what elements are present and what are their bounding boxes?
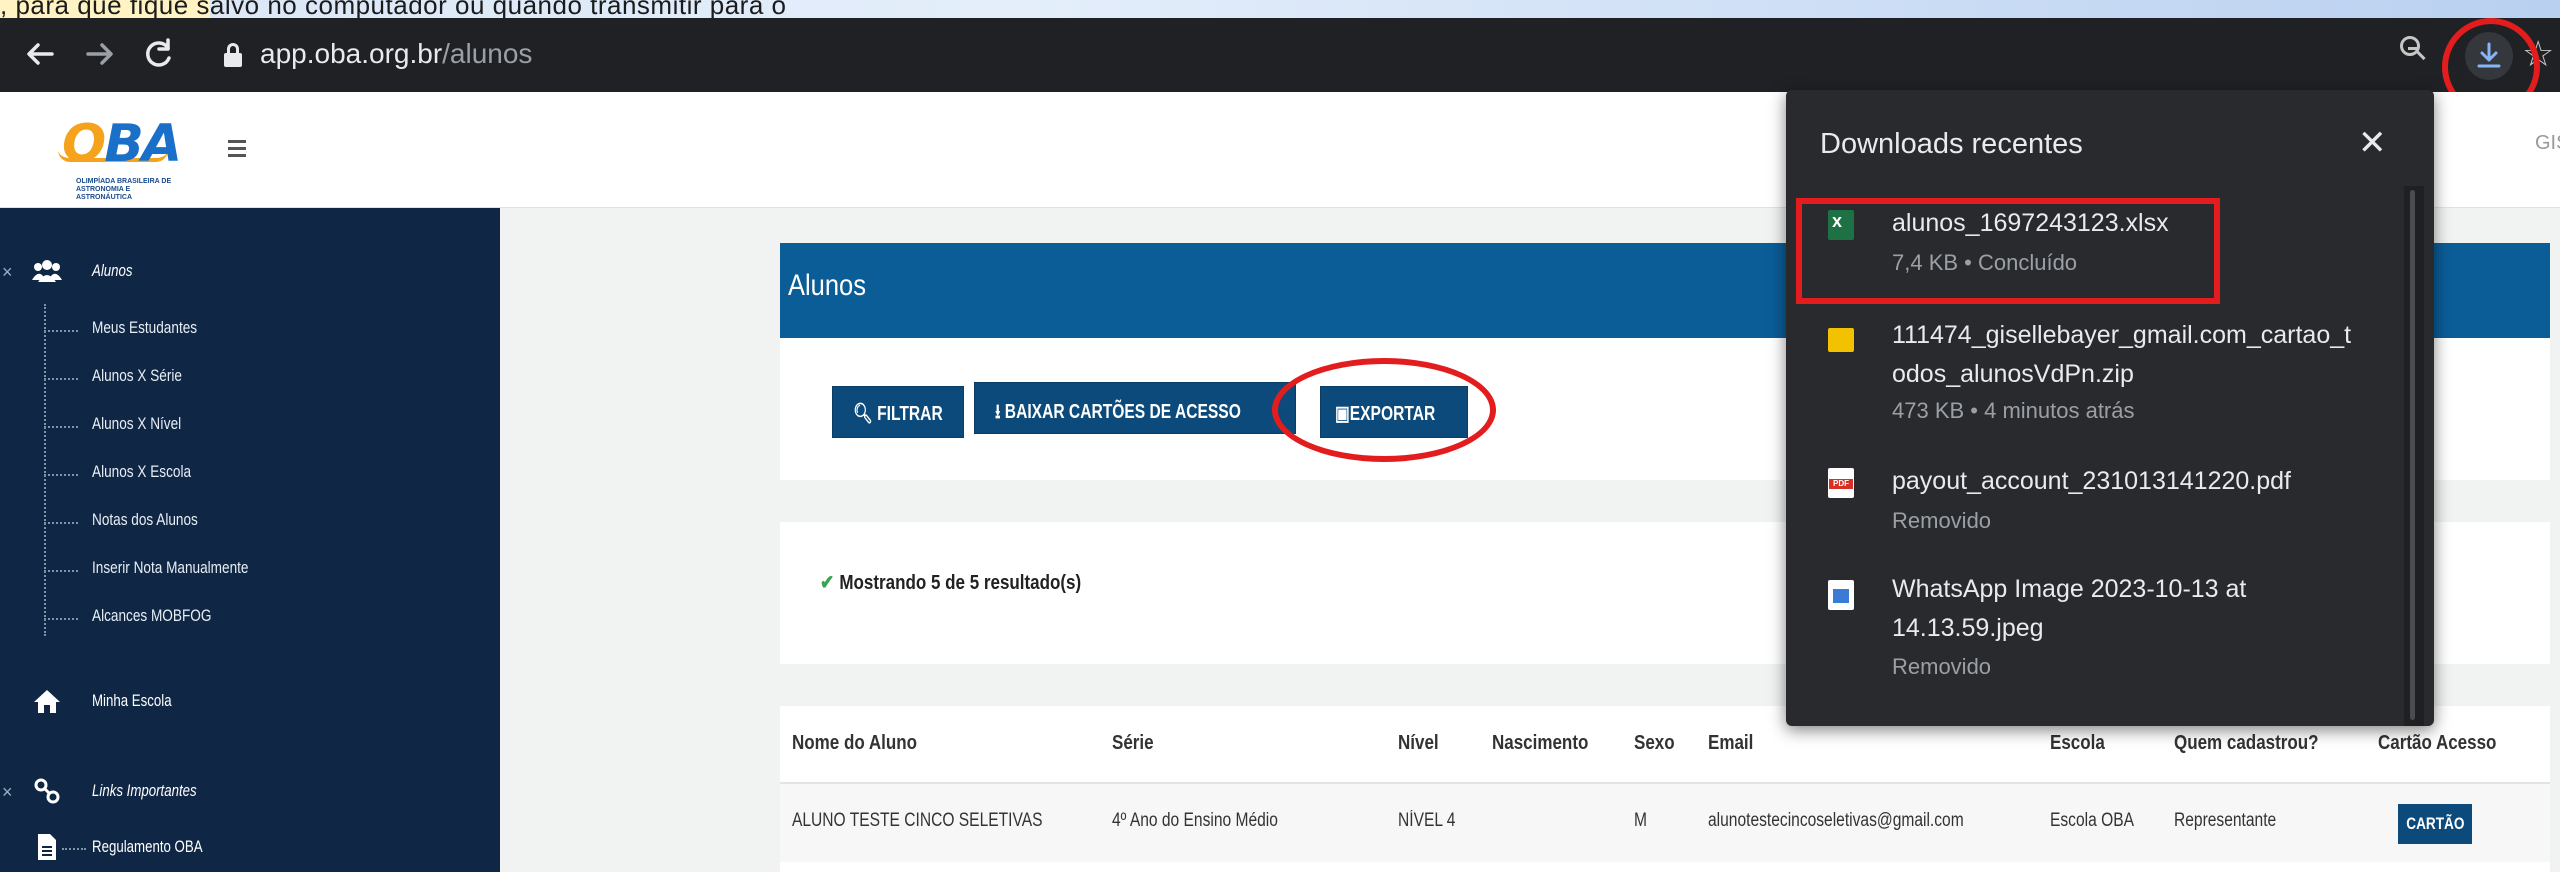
cell-nome: ALUNO TESTE CINCO SELETIVAS: [792, 810, 1043, 831]
column-header-escola[interactable]: Escola: [2050, 732, 2105, 755]
column-header-sexo[interactable]: Sexo: [1634, 732, 1675, 755]
download-status: Removido: [1892, 508, 1992, 533]
download-status: 473 KB • 4 minutos atrás: [1892, 398, 2135, 423]
cell-sexo: M: [1634, 810, 1647, 831]
column-header-cadastrou[interactable]: Quem cadastrou?: [2174, 732, 2319, 755]
sidebar-item-minha-escola[interactable]: Minha Escola: [0, 682, 500, 722]
search-icon: 🔍︎: [853, 403, 873, 425]
students-table: Nome do Aluno Série Nível Nascimento Sex…: [780, 706, 2550, 872]
pdf-file-icon: [1828, 468, 1854, 498]
document-icon: [32, 832, 62, 862]
oba-logo[interactable]: OBA OLIMPÍADA BRASILEIRA DE ASTRONOMIA E…: [52, 106, 192, 201]
column-header-nome[interactable]: Nome do Aluno: [792, 732, 917, 755]
annotation-circle-export: [1272, 358, 1496, 462]
sidebar-item-label: Regulamento OBA: [92, 837, 203, 856]
menu-toggle-icon[interactable]: [228, 140, 250, 158]
close-icon[interactable]: ✕: [2358, 126, 2387, 160]
cell-escola: Escola OBA: [2050, 810, 2134, 831]
user-name[interactable]: GIS: [2535, 132, 2560, 155]
cell-email: alunotestecincoseletivas@gmail.com: [1708, 810, 1964, 831]
download-item[interactable]: payout_account_231013141220.pdf Removido: [1786, 454, 2404, 544]
forward-button[interactable]: [80, 34, 120, 74]
filter-button-label: FILTRAR: [877, 403, 943, 425]
tree-dash: [44, 330, 78, 332]
download-icon: ⭳: [995, 401, 1001, 423]
collapse-icon[interactable]: ×: [2, 262, 13, 283]
home-icon: [32, 686, 62, 716]
column-header-serie[interactable]: Série: [1112, 732, 1154, 755]
zoom-out-icon[interactable]: [2400, 36, 2426, 62]
arrow-left-icon: [27, 43, 54, 65]
users-icon: [32, 256, 62, 286]
sidebar-section-links[interactable]: × Links Importantes: [0, 772, 500, 812]
table-row[interactable]: ALUNO TESTE CINCO SELETIVAS 4º Ano do En…: [780, 784, 2550, 862]
sidebar-section-label: Alunos: [92, 261, 133, 280]
cell-serie: 4º Ano do Ensino Médio: [1112, 810, 1278, 831]
download-cards-label: BAIXAR CARTÕES DE ACESSO: [1004, 401, 1241, 423]
tree-dash: [44, 426, 78, 428]
collapse-icon[interactable]: ×: [2, 782, 13, 803]
sidebar-item-meus-estudantes[interactable]: Meus Estudantes: [92, 318, 197, 348]
top-background-strip: , para que fique salvo no computador ou …: [0, 0, 2560, 20]
link-icon: [32, 776, 62, 806]
sidebar-item-inserir-nota[interactable]: Inserir Nota Manualmente: [92, 558, 248, 588]
sidebar-item-regulamento[interactable]: Regulamento OBA: [0, 828, 500, 868]
sidebar-item-label: Minha Escola: [92, 691, 172, 710]
download-filename: 111474_gisellebayer_gmail.com_cartao_t od…: [1892, 321, 2352, 388]
sidebar-item-alunos-nivel[interactable]: Alunos X Nível: [92, 414, 181, 444]
arrow-right-icon: [86, 43, 113, 65]
tree-dash: [44, 474, 78, 476]
column-header-email[interactable]: Email: [1708, 732, 1753, 755]
download-cards-button[interactable]: ⭳ BAIXAR CARTÕES DE ACESSO: [974, 382, 1296, 434]
image-file-icon: [1828, 580, 1854, 610]
download-filename: WhatsApp Image 2023-10-13 at 14.13.59.jpe…: [1892, 575, 2247, 642]
annotation-box-xlsx: [1796, 198, 2220, 304]
zip-folder-icon: [1828, 328, 1854, 352]
downloads-title: Downloads recentes: [1820, 128, 2083, 160]
cell-nivel: NÍVEL 4: [1398, 810, 1456, 831]
sidebar-item-alunos-serie[interactable]: Alunos X Série: [92, 366, 182, 396]
sidebar-item-notas[interactable]: Notas dos Alunos: [92, 510, 198, 540]
downloads-scrollbar[interactable]: [2410, 190, 2415, 720]
tree-dash: [44, 618, 78, 620]
background-text: , para que fique salvo no computador ou …: [0, 0, 787, 20]
reload-button[interactable]: [138, 34, 178, 74]
url-text: app.oba.org.br/alunos: [260, 38, 533, 69]
tree-dash: [44, 570, 78, 572]
address-bar[interactable]: app.oba.org.br/alunos: [200, 28, 2450, 82]
browser-toolbar: app.oba.org.br/alunos ☆: [0, 18, 2560, 92]
sidebar-item-alunos-escola[interactable]: Alunos X Escola: [92, 462, 191, 492]
tree-line: [44, 304, 46, 636]
filter-button[interactable]: 🔍︎ FILTRAR: [832, 386, 964, 438]
tree-dash: [44, 522, 78, 524]
download-status: Removido: [1892, 654, 1992, 679]
lock-icon: [224, 43, 242, 67]
results-count: ✔ Mostrando 5 de 5 resultado(s): [820, 572, 1082, 594]
reload-icon: [146, 38, 171, 67]
tree-dash: [44, 378, 78, 380]
column-header-cartao[interactable]: Cartão Acesso: [2378, 732, 2496, 755]
check-icon: ✔: [820, 572, 835, 594]
sidebar: × Alunos Meus Estudantes Alunos X Série …: [0, 208, 500, 872]
download-item[interactable]: WhatsApp Image 2023-10-13 at 14.13.59.jpe…: [1786, 566, 2404, 696]
download-filename: payout_account_231013141220.pdf: [1892, 467, 2291, 495]
sidebar-section-label: Links Importantes: [92, 781, 197, 800]
page-title: Alunos: [788, 269, 866, 302]
back-button[interactable]: [20, 34, 60, 74]
column-header-nivel[interactable]: Nível: [1398, 732, 1439, 755]
column-header-nascimento[interactable]: Nascimento: [1492, 732, 1588, 755]
downloads-popup: Downloads recentes ✕ alunos_1697243123.x…: [1786, 90, 2434, 726]
sidebar-section-alunos[interactable]: × Alunos: [0, 252, 500, 292]
cartao-button[interactable]: CARTÃO: [2398, 804, 2472, 844]
tree-dash: [62, 848, 86, 850]
download-item[interactable]: 111474_gisellebayer_gmail.com_cartao_t od…: [1786, 308, 2404, 428]
sidebar-item-alcances-mobfog[interactable]: Alcances MOBFOG: [92, 606, 211, 636]
cell-cadastrou: Representante: [2174, 810, 2277, 831]
